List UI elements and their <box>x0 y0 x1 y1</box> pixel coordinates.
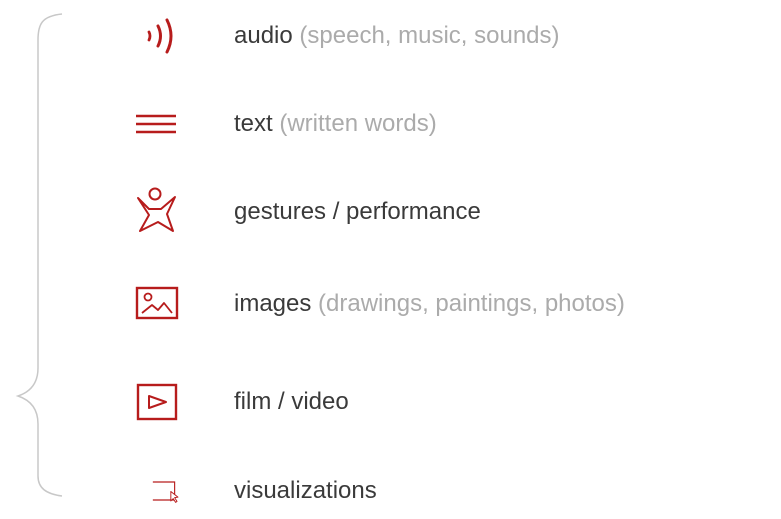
item-label: images (drawings, paintings, photos) <box>234 290 625 317</box>
item-label: visualizations <box>234 477 377 504</box>
item-label: text (written words) <box>234 110 437 137</box>
list-item-gestures: gestures / performance <box>132 187 772 237</box>
item-label: gestures / performance <box>234 198 481 225</box>
screen-cursor-icon <box>132 466 186 516</box>
grouping-brace <box>15 13 63 497</box>
image-landscape-icon <box>132 279 186 329</box>
list-item-text: text (written words) <box>132 99 772 149</box>
list-item-visualizations: visualizations <box>132 466 772 516</box>
text-lines-icon <box>132 99 186 149</box>
person-gesture-icon <box>132 187 186 237</box>
play-video-icon <box>132 377 186 427</box>
item-label: audio (speech, music, sounds) <box>234 22 560 49</box>
audio-waves-icon <box>132 11 186 61</box>
list-item-images: images (drawings, paintings, photos) <box>132 279 772 329</box>
list-item-audio: audio (speech, music, sounds) <box>132 11 772 61</box>
item-label: film / video <box>234 388 349 415</box>
list-item-film: film / video <box>132 377 772 427</box>
